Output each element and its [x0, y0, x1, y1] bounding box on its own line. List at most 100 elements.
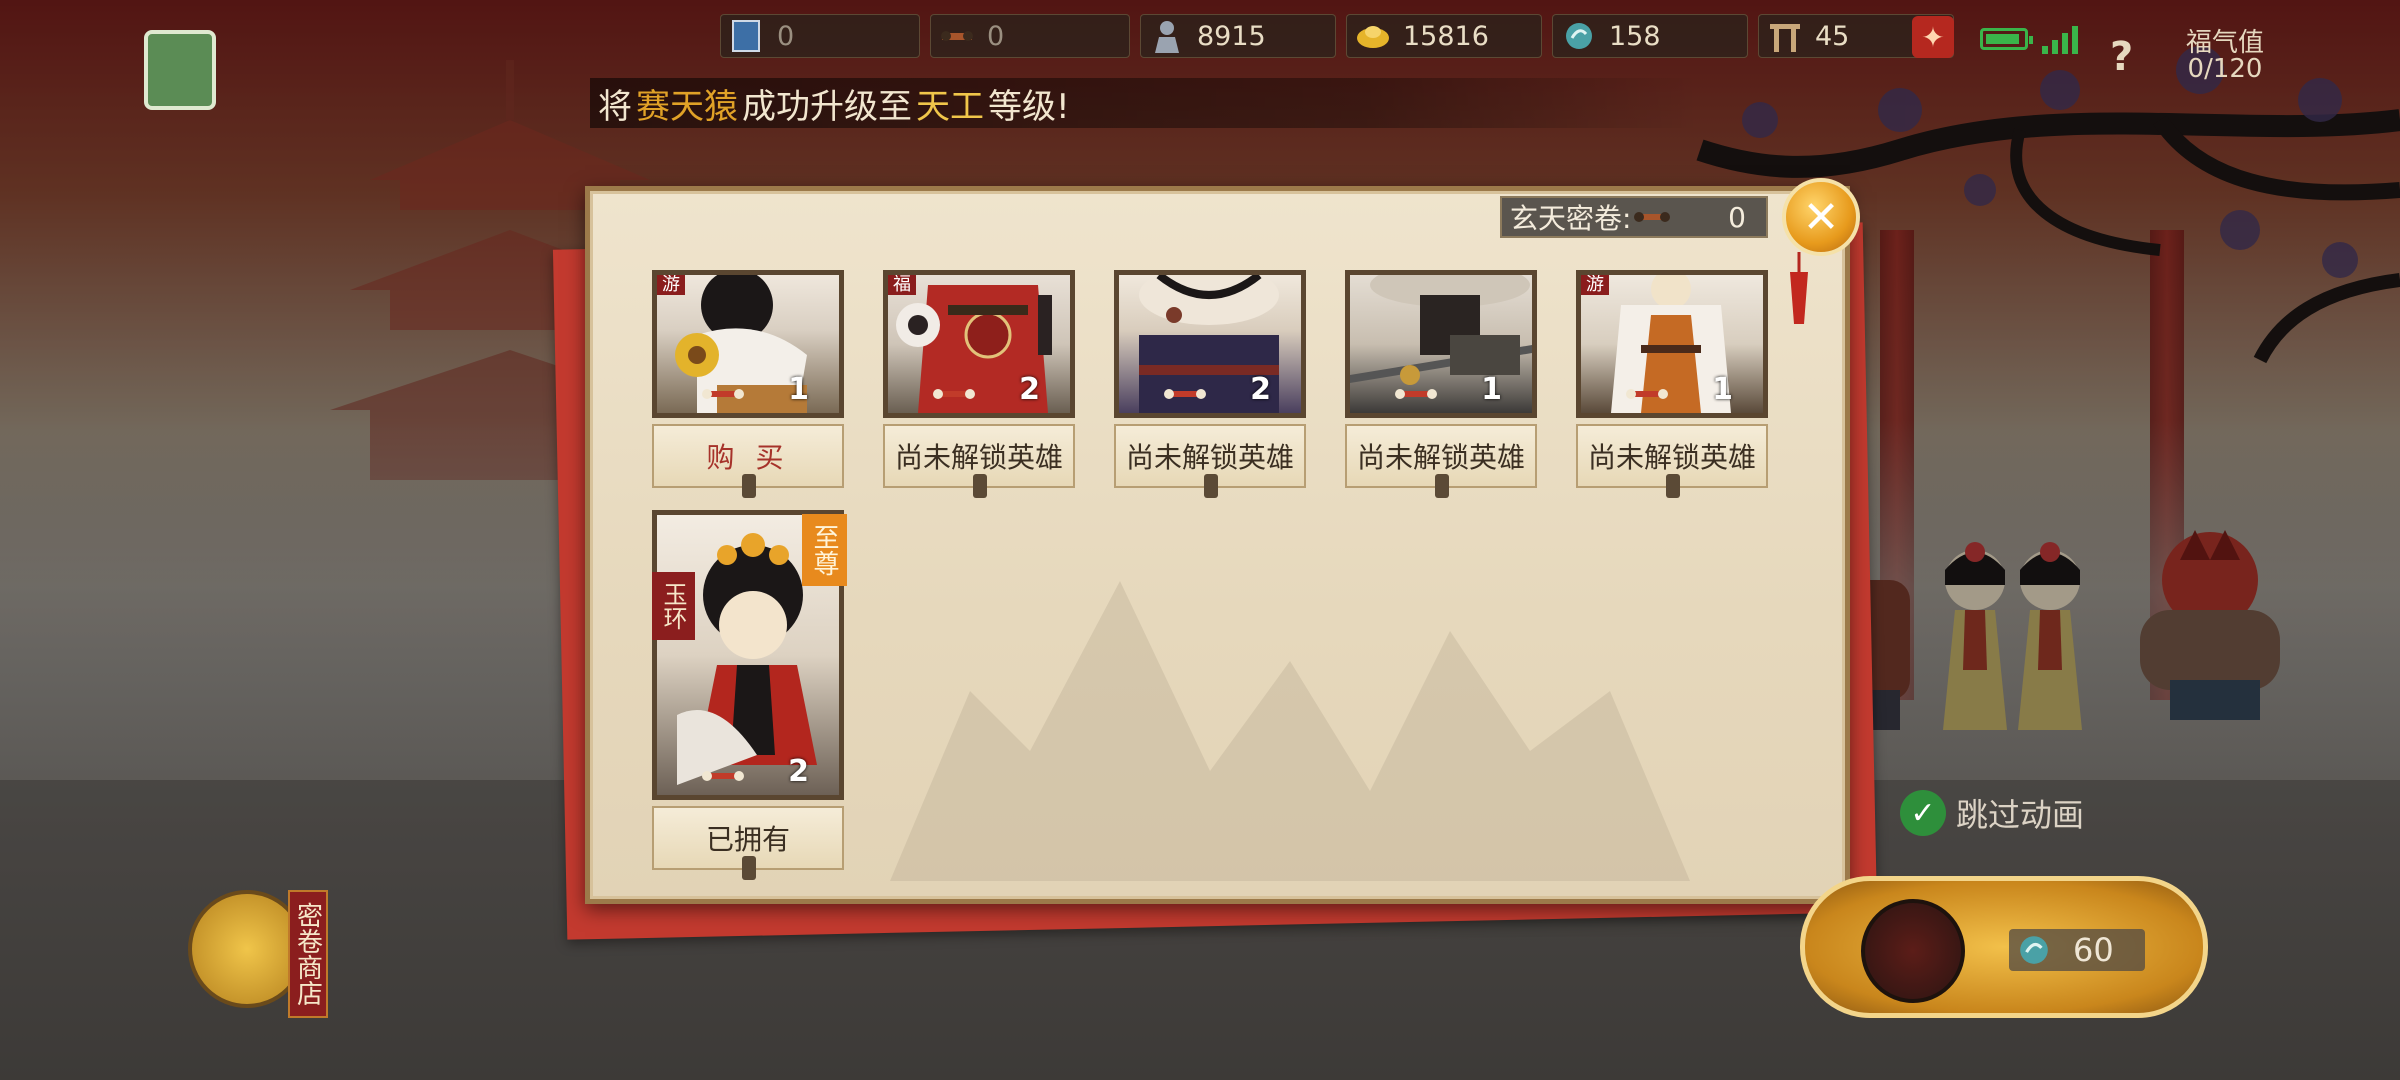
summon-cost: 60 [2009, 929, 2145, 971]
button-tag [1666, 474, 1680, 498]
scroll-icon [933, 389, 975, 399]
buy-button-label: 购 买 [706, 441, 790, 474]
summon-cost-value: 60 [2073, 931, 2114, 969]
mountain-watermark [890, 581, 1690, 881]
resource-value: 0 [987, 20, 1005, 52]
drum-icon [1861, 899, 1965, 1003]
resource-book: 0 [720, 14, 920, 58]
announcement-suffix: 等级! [988, 86, 1070, 127]
hero-scroll-count: 2 [1019, 372, 1040, 407]
button-tag [973, 474, 987, 498]
hero-art [1611, 275, 1731, 413]
hero-card[interactable]: 2 尚未解锁英雄 [1114, 270, 1306, 498]
button-tag [742, 474, 756, 498]
checkmark-icon: ✓ [1900, 790, 1946, 836]
hero-portrait: 1 [1345, 270, 1537, 418]
locked-hero-button[interactable]: 尚未解锁英雄 [1576, 424, 1768, 498]
scroll-shop-button[interactable]: 密卷商店 [170, 886, 340, 1018]
hero-art [1139, 275, 1279, 413]
locked-hero-label: 尚未解锁英雄 [1587, 441, 1756, 474]
soldier-icon [1149, 18, 1185, 54]
resource-scroll: 0 [930, 14, 1130, 58]
resource-jade: 158 [1552, 14, 1748, 58]
rank-badge: 至尊 [802, 514, 847, 586]
scroll-icon [1395, 389, 1437, 399]
announcement-rank: 天工 [916, 86, 984, 127]
resource-value: 45 [1815, 20, 1850, 52]
secret-scroll-counter: 玄天密卷: 0 [1500, 196, 1768, 238]
hero-scroll-count: 1 [1712, 372, 1733, 407]
hero-ribbon: 游 [1581, 275, 1609, 295]
hero-portrait: 游 1 [1576, 270, 1768, 418]
announcement-banner: 将 赛天猿 成功升级至 天工 等级! [590, 78, 1698, 128]
featured-hero-card[interactable]: 2 玉环 至尊 已拥有 [652, 510, 847, 880]
hero-card[interactable]: 1 尚未解锁英雄 [1345, 270, 1537, 498]
resource-soldier: 8915 [1140, 14, 1336, 58]
locked-hero-button[interactable]: 尚未解锁英雄 [883, 424, 1075, 498]
scroll-icon [1626, 389, 1668, 399]
hero-portrait: 福 2 [883, 270, 1075, 418]
hero-scroll-count: 1 [1481, 372, 1502, 407]
hero-art [1350, 275, 1532, 385]
hero-card[interactable]: 游 1 购 买 [652, 270, 844, 498]
hero-ribbon: 福 [888, 275, 916, 295]
announcement-prefix: 将 [598, 86, 632, 127]
close-button[interactable]: ✕ [1782, 178, 1860, 256]
gate-icon [1767, 18, 1803, 54]
map-scroll-button[interactable] [144, 30, 216, 110]
book-icon [729, 18, 765, 54]
scroll-counter-value: 0 [1728, 200, 1746, 234]
resource-gold: 15816 [1346, 14, 1542, 58]
close-icon: ✕ [1802, 191, 1840, 243]
owned-button[interactable]: 已拥有 [652, 806, 844, 880]
hero-portrait: 2 [1114, 270, 1306, 418]
locked-hero-label: 尚未解锁英雄 [894, 441, 1063, 474]
scroll-counter-label: 玄天密卷: [1510, 202, 1632, 235]
scroll-icon [702, 389, 744, 399]
tassel-ornament [1790, 252, 1808, 324]
scroll-icon [1634, 212, 1671, 222]
fortune-value: 0/120 [2187, 54, 2263, 84]
locked-hero-button[interactable]: 尚未解锁英雄 [1114, 424, 1306, 498]
hero-art [896, 285, 1052, 413]
announcement-hero: 赛天猿 [636, 86, 738, 127]
jade-icon [2020, 936, 2048, 964]
announcement-middle: 成功升级至 [742, 86, 912, 127]
hero-scroll-count: 2 [1250, 372, 1271, 407]
locked-hero-button[interactable]: 尚未解锁英雄 [1345, 424, 1537, 498]
button-tag [1204, 474, 1218, 498]
resource-bar: 0 0 8915 15816 158 45 [720, 14, 1954, 62]
gold-ingot-icon [1355, 18, 1391, 54]
resource-value: 158 [1609, 20, 1661, 52]
signal-icon [2042, 26, 2078, 54]
buy-button[interactable]: 购 买 [652, 424, 844, 498]
owned-label: 已拥有 [705, 823, 790, 856]
skip-animation-toggle[interactable]: ✓ 跳过动画 [1900, 790, 2084, 836]
help-icon[interactable]: ? [2110, 34, 2133, 80]
hero-card[interactable]: 福 2 尚未解锁英雄 [883, 270, 1075, 498]
shop-label: 密卷商店 [288, 890, 328, 1018]
jade-icon [1561, 18, 1597, 54]
hero-scroll-count: 1 [788, 372, 809, 407]
fortune-label: 福气值 [2185, 28, 2264, 58]
locked-hero-label: 尚未解锁英雄 [1356, 441, 1525, 474]
scroll-icon [939, 18, 975, 54]
resource-value: 15816 [1403, 20, 1489, 52]
hero-scroll-count: 2 [788, 754, 809, 789]
resource-value: 0 [777, 20, 795, 52]
hero-card[interactable]: 游 1 尚未解锁英雄 [1576, 270, 1768, 498]
button-tag [742, 856, 756, 880]
event-star-icon[interactable]: ✦ [1912, 16, 1954, 58]
hero-portrait: 游 1 [652, 270, 844, 418]
button-tag [1435, 474, 1449, 498]
scroll-icon [702, 771, 744, 781]
summon-button[interactable]: 60 [1800, 876, 2208, 1018]
resource-value: 8915 [1197, 20, 1266, 52]
hero-art [675, 275, 807, 413]
battery-icon [1980, 28, 2033, 50]
locked-hero-label: 尚未解锁英雄 [1125, 441, 1294, 474]
skip-animation-label: 跳过动画 [1956, 796, 2085, 834]
scroll-icon [1164, 389, 1206, 399]
hero-name-banner: 玉环 [652, 572, 695, 640]
fortune-meter[interactable]: 福气值 0/120 [2170, 30, 2280, 82]
